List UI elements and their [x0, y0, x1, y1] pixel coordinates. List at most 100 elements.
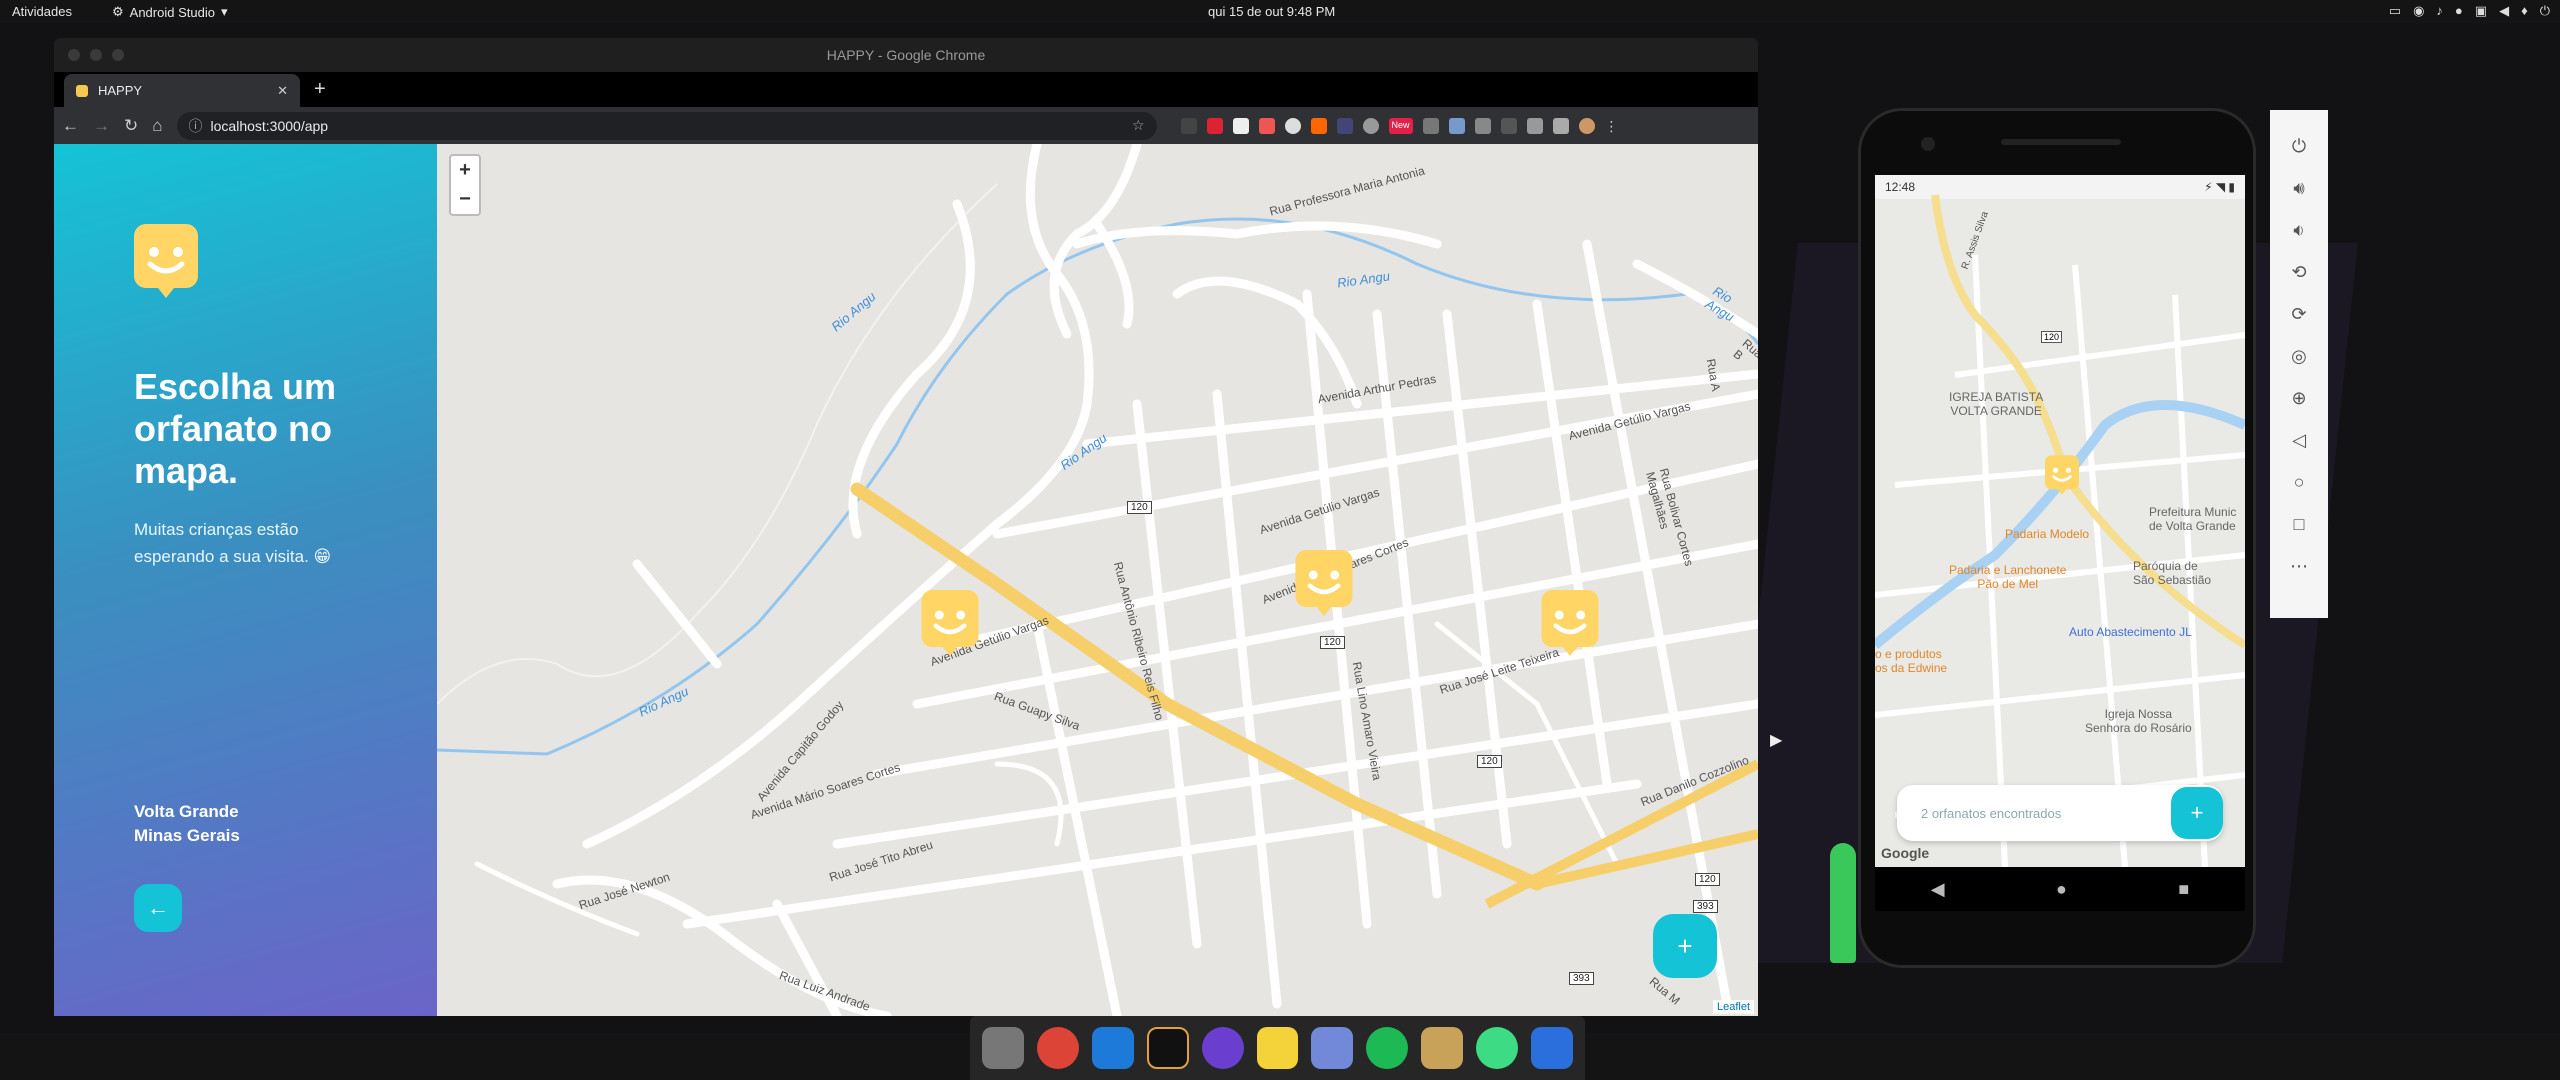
power-icon[interactable]: ⏻	[2292, 136, 2306, 157]
address-bar[interactable]: ⓘ localhost:3000/app ☆	[176, 111, 1157, 140]
orphanage-marker[interactable]	[1295, 550, 1353, 616]
road-shield: 120	[1477, 755, 1502, 768]
extension-icon[interactable]	[1526, 117, 1543, 134]
home-icon[interactable]: ⌂	[152, 116, 162, 136]
menu-icon[interactable]: ⋮	[1605, 118, 1621, 134]
window-icon[interactable]: ▣	[2475, 3, 2487, 19]
extension-icon[interactable]	[1500, 117, 1517, 134]
nav-recents-icon[interactable]: ■	[2178, 879, 2189, 900]
shield-icon[interactable]	[1474, 117, 1491, 134]
vscode-icon[interactable]	[1091, 1027, 1134, 1069]
rotate-right-icon[interactable]: ⟳	[2291, 304, 2306, 325]
terminal-icon[interactable]	[1146, 1027, 1189, 1069]
extension-icon[interactable]	[1180, 117, 1197, 134]
zoom-out-button[interactable]: −	[459, 188, 471, 211]
home-icon[interactable]: ○	[2294, 472, 2305, 493]
map-label-poi: Padaria e Lanchonete Pão de Mel	[1949, 563, 2067, 591]
volume-up-icon[interactable]: 🔊︎	[2293, 178, 2304, 199]
city-name: Volta Grande	[134, 802, 239, 821]
map-label-poi: o e produtos os da Edwine	[1875, 647, 1948, 675]
window-title: HAPPY - Google Chrome	[826, 47, 986, 63]
system-tray[interactable]: ▭ ◉ ♪ ● ▣ ◀ ♦ ⏻	[2389, 3, 2550, 19]
beekeeper-icon[interactable]	[1256, 1027, 1299, 1069]
map-label-poi: IGREJA BATISTA VOLTA GRANDE	[1949, 390, 2044, 418]
map-label-poi: Auto Abastecimento JL	[2069, 625, 2192, 639]
info-icon[interactable]: ⓘ	[189, 116, 203, 136]
window-controls[interactable]	[68, 49, 124, 61]
extension-icon[interactable]	[1206, 117, 1223, 134]
back-button[interactable]: ←	[134, 884, 182, 932]
activities-button[interactable]: Atividades	[12, 4, 72, 19]
maximize-window-button[interactable]	[112, 49, 124, 61]
minimize-window-button[interactable]	[90, 49, 102, 61]
orphanages-count: 2 orfanatos encontrados	[1921, 805, 2062, 821]
more-icon[interactable]: ⋯	[2290, 556, 2308, 577]
profile-avatar[interactable]	[1578, 117, 1595, 134]
zoom-in-button[interactable]: +	[459, 159, 471, 182]
extension-icon[interactable]	[1336, 117, 1353, 134]
favicon-icon	[76, 84, 88, 97]
insomnia-icon[interactable]	[1201, 1027, 1244, 1069]
screen-share-icon[interactable]: ▭	[2389, 3, 2401, 19]
window-titlebar: HAPPY - Google Chrome	[54, 38, 1758, 72]
close-window-button[interactable]	[68, 49, 80, 61]
orphanage-marker[interactable]	[921, 590, 979, 656]
spotify-icon[interactable]	[1366, 1027, 1409, 1069]
extension-icon[interactable]	[1422, 117, 1439, 134]
nav-back-icon[interactable]: ◀	[1931, 879, 1945, 900]
tab-title: HAPPY	[98, 83, 143, 98]
puzzle-icon[interactable]	[1552, 117, 1569, 134]
chrome-icon[interactable]	[1036, 1027, 1079, 1069]
map-label-poi: Padaria Modelo	[2005, 527, 2090, 541]
new-badge[interactable]: New	[1388, 117, 1413, 134]
overview-icon[interactable]: □	[2294, 514, 2305, 535]
extension-icon[interactable]	[1310, 117, 1327, 134]
add-orphanage-button[interactable]: +	[1653, 914, 1717, 978]
clock[interactable]: qui 15 de out 9:48 PM	[1208, 4, 1335, 19]
leaflet-attribution-link[interactable]: Leaflet	[1712, 1000, 1754, 1014]
happy-app-page: Escolha um orfanato no mapa. Muitas cria…	[54, 144, 1758, 1016]
zoom-icon[interactable]: ⊕	[2291, 388, 2306, 409]
notion-icon[interactable]	[1232, 117, 1249, 134]
reload-icon[interactable]: ↻	[124, 116, 138, 136]
extension-icon[interactable]	[1448, 117, 1465, 134]
earpiece	[2001, 139, 2121, 145]
road-shield: 120	[2041, 331, 2063, 343]
archive-icon[interactable]	[1421, 1027, 1464, 1069]
back-icon[interactable]: ←	[62, 116, 79, 136]
front-camera	[1921, 137, 1935, 151]
orphanage-marker[interactable]	[2045, 455, 2079, 495]
bookmark-star-icon[interactable]: ☆	[1132, 117, 1145, 134]
tab-happy[interactable]: HAPPY ✕	[64, 74, 300, 107]
music-icon[interactable]: ♪	[2436, 3, 2443, 19]
back-icon[interactable]: ◁	[2292, 430, 2306, 451]
volume-icon[interactable]: ◀	[2499, 3, 2509, 19]
extensions-bar: New ⋮	[1180, 117, 1621, 134]
chrome-tray-icon[interactable]: ●	[2455, 3, 2463, 19]
volume-down-icon[interactable]: 🔉︎	[2293, 220, 2304, 241]
chevron-down-icon: ▾	[220, 4, 228, 19]
forward-icon[interactable]: →	[93, 116, 110, 136]
power-icon[interactable]: ⏻	[2540, 3, 2550, 19]
show-apps-icon[interactable]	[1531, 1027, 1573, 1069]
settings-icon[interactable]	[1362, 117, 1379, 134]
orphanage-marker[interactable]	[1541, 590, 1599, 656]
github-icon[interactable]	[1284, 117, 1301, 134]
camera-icon[interactable]: ◎	[2291, 346, 2307, 367]
map-label-poi: Prefeitura Munic de Volta Grande	[2149, 505, 2237, 533]
new-tab-button[interactable]: +	[314, 78, 326, 101]
discord-icon[interactable]	[1311, 1027, 1354, 1069]
app-menu[interactable]: ⚙ Android Studio ▾	[112, 4, 227, 20]
orphanages-found-bar: 2 orfanatos encontrados +	[1897, 785, 2223, 841]
create-orphanage-button[interactable]: +	[2171, 787, 2223, 839]
phone-screen[interactable]: 12:48 ⚡ ◥ ▮ R. Assis Silva IGREJA BATIST…	[1875, 175, 2245, 867]
android-studio-icon[interactable]	[1476, 1027, 1519, 1069]
extension-icon[interactable]	[1258, 117, 1275, 134]
files-icon[interactable]	[982, 1027, 1024, 1069]
mic-icon[interactable]: ♦	[2521, 3, 2528, 19]
rotate-left-icon[interactable]: ⟲	[2291, 262, 2306, 283]
map[interactable]: Rio Angu Rio Angu Rio Angu Rio Angu Rio …	[437, 144, 1758, 1016]
discord-icon[interactable]: ◉	[2413, 3, 2424, 19]
close-tab-icon[interactable]: ✕	[277, 83, 288, 99]
nav-home-icon[interactable]: ●	[2056, 879, 2067, 900]
